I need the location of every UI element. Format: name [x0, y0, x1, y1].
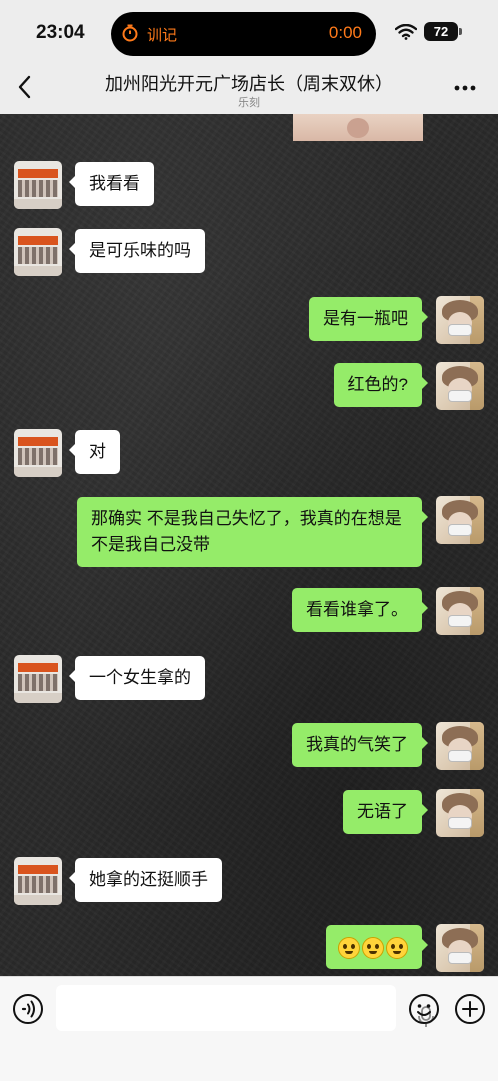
status-time: 23:04 — [36, 22, 85, 43]
island-timer: 0:00 — [328, 23, 362, 42]
message-bubble-outgoing[interactable]: 我真的气笑了 — [292, 723, 428, 767]
smiling-face-icon — [386, 936, 408, 959]
image-message-partial[interactable] — [293, 114, 423, 141]
message-bubble-outgoing-emoji[interactable] — [326, 925, 428, 969]
contact-avatar[interactable] — [14, 429, 62, 477]
message-input[interactable] — [56, 985, 434, 1031]
battery-icon: 72 — [424, 22, 458, 41]
chat-history[interactable]: 我看看 是可乐味的吗 是有一瓶吧 红色的? 对 那确实 不是我自己失忆了，我真的… — [0, 114, 498, 976]
back-arrow-icon[interactable] — [14, 74, 36, 100]
my-avatar[interactable] — [436, 924, 484, 972]
chat-header: 加州阳光开元广场店长（周末双休） 乐刻 — [0, 64, 498, 114]
smiling-face-icon — [362, 936, 384, 959]
message-bubble-outgoing[interactable]: 无语了 — [343, 790, 428, 834]
message-bubble-outgoing[interactable]: 看看谁拿了。 — [292, 588, 428, 632]
status-bar: 23:04 训记 0:00 72 — [0, 0, 498, 64]
message-bubble-outgoing[interactable]: 是有一瓶吧 — [309, 297, 428, 341]
message-bubble-incoming[interactable]: 我看看 — [69, 162, 154, 206]
message-bubble-incoming[interactable]: 对 — [69, 430, 120, 474]
battery-tip — [459, 28, 462, 35]
my-avatar[interactable] — [436, 587, 484, 635]
message-bubble-incoming[interactable]: 她拿的还挺顺手 — [69, 858, 222, 902]
contact-avatar[interactable] — [14, 161, 62, 209]
contact-avatar[interactable] — [14, 655, 62, 703]
plus-icon[interactable] — [454, 993, 486, 1025]
chat-title: 加州阳光开元广场店长（周末双休） — [105, 74, 393, 94]
smiling-face-icon — [338, 936, 360, 959]
message-bubble-incoming[interactable]: 一个女生拿的 — [69, 656, 205, 700]
chat-subtitle: 乐刻 — [238, 97, 260, 109]
island-label: 训记 — [147, 27, 178, 44]
voice-input-icon[interactable] — [12, 993, 44, 1025]
input-bar — [0, 976, 498, 1081]
contact-avatar[interactable] — [14, 857, 62, 905]
my-avatar[interactable] — [436, 296, 484, 344]
wifi-icon — [395, 24, 417, 40]
message-bubble-outgoing[interactable]: 红色的? — [333, 363, 429, 407]
my-avatar[interactable] — [436, 722, 484, 770]
more-options-icon[interactable] — [452, 76, 478, 100]
timer-icon — [122, 24, 138, 42]
dynamic-island[interactable]: 训记 0:00 — [111, 12, 376, 56]
contact-avatar[interactable] — [14, 228, 62, 276]
emoji-icon[interactable] — [408, 993, 440, 1025]
message-bubble-incoming[interactable]: 是可乐味的吗 — [69, 229, 205, 273]
message-bubble-outgoing[interactable]: 那确实 不是我自己失忆了，我真的在想是不是我自己没带 — [77, 497, 428, 567]
my-avatar[interactable] — [436, 496, 484, 544]
my-avatar[interactable] — [436, 362, 484, 410]
my-avatar[interactable] — [436, 789, 484, 837]
